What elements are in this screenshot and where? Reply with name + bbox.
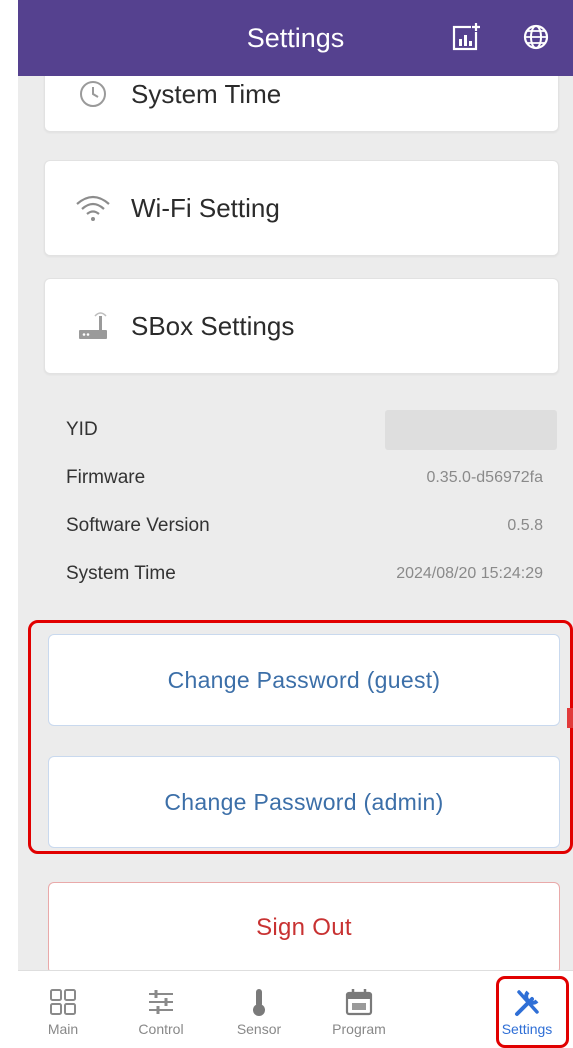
app-header: Settings <box>18 0 573 76</box>
system-time-value: 2024/08/20 15:24:29 <box>396 565 543 582</box>
system-time-info-label: System Time <box>66 563 176 584</box>
chart-add-icon[interactable] <box>451 22 481 52</box>
globe-icon[interactable] <box>521 22 551 52</box>
sign-out-button[interactable]: Sign Out <box>48 882 560 970</box>
annotation-marker <box>567 708 573 728</box>
firmware-row: Firmware 0.35.0-d56972fa <box>66 458 557 498</box>
nav-label-program: Program <box>332 1021 386 1037</box>
left-edge-strip <box>0 0 18 1048</box>
nav-item-sensor[interactable]: Sensor <box>214 971 304 1048</box>
system-time-row: System Time 2024/08/20 15:24:29 <box>66 554 557 594</box>
system-time-card[interactable]: System Time <box>44 76 559 132</box>
clock-icon <box>73 78 113 110</box>
grid-icon <box>48 987 78 1017</box>
firmware-label: Firmware <box>66 467 146 488</box>
yid-value-redacted <box>385 410 557 450</box>
firmware-value: 0.35.0-d56972fa <box>426 469 543 486</box>
nav-label-control: Control <box>138 1021 184 1037</box>
nav-label-sensor: Sensor <box>236 1021 282 1037</box>
yid-label: YID <box>66 419 98 440</box>
wifi-setting-label: Wi-Fi Setting <box>131 192 280 223</box>
software-version-value: 0.5.8 <box>507 517 543 534</box>
calendar-icon <box>344 987 374 1017</box>
software-version-label: Software Version <box>66 515 210 536</box>
nav-label-main: Main <box>47 1021 79 1037</box>
thermometer-icon <box>244 987 274 1017</box>
nav-item-main[interactable]: Main <box>18 971 108 1048</box>
sbox-settings-card[interactable]: SBox Settings <box>44 278 559 374</box>
sbox-settings-label: SBox Settings <box>131 310 295 341</box>
wifi-icon <box>73 192 113 224</box>
settings-tab-highlight <box>496 976 569 1048</box>
software-version-row: Software Version 0.5.8 <box>66 506 557 546</box>
bottom-nav: Main Control Sensor Program Settings <box>18 970 573 1048</box>
nav-item-control[interactable]: Control <box>116 971 206 1048</box>
page-title: Settings <box>246 23 345 53</box>
router-icon <box>73 310 113 342</box>
password-buttons-highlight <box>28 620 573 854</box>
system-time-label: System Time <box>131 78 282 109</box>
sliders-icon <box>146 987 176 1017</box>
yid-row: YID <box>66 410 557 450</box>
wifi-setting-card[interactable]: Wi-Fi Setting <box>44 160 559 256</box>
device-info-panel: YID Firmware 0.35.0-d56972fa Software Ve… <box>44 400 559 600</box>
nav-item-program[interactable]: Program <box>314 971 404 1048</box>
